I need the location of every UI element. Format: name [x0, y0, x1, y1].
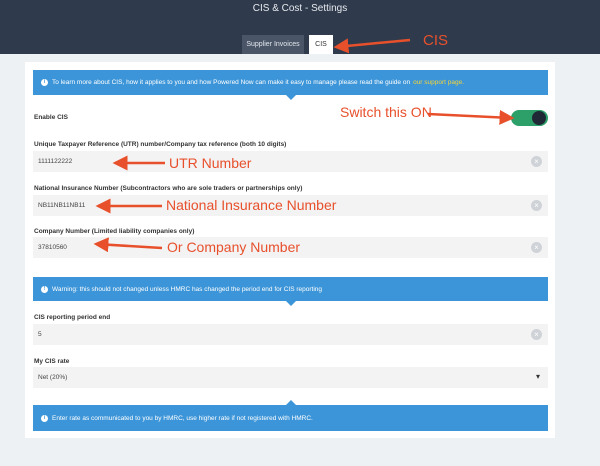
annotation-arrows [93, 38, 515, 253]
switch-arrow [427, 109, 515, 125]
cis-arrow [333, 38, 411, 54]
annotation-switch: Switch this ON [340, 104, 432, 120]
annotation-ni: National Insurance Number [166, 197, 337, 213]
annotation-utr: UTR Number [169, 155, 252, 171]
annotation-cis: CIS [423, 32, 449, 49]
company-arrow [93, 237, 163, 253]
annotation-company: Or Company Number [167, 239, 301, 255]
